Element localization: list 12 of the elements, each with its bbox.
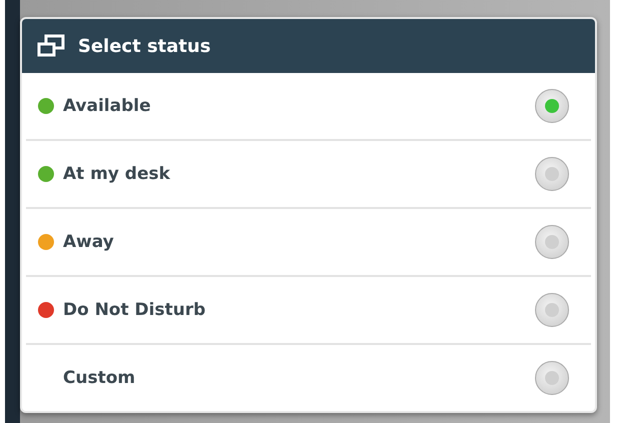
radio-button[interactable] [535,225,569,259]
radio-button[interactable] [535,89,569,123]
dialog-title: Select status [78,36,211,56]
radio-button[interactable] [535,293,569,327]
radio-button[interactable] [535,157,569,191]
status-label: At my desk [63,164,172,184]
windows-icon [36,34,66,58]
radio-button[interactable] [535,361,569,395]
status-label: Away [63,232,115,252]
status-label: Do Not Disturb [63,300,206,320]
status-label: Available [63,96,152,116]
status-label: Custom [63,368,136,388]
